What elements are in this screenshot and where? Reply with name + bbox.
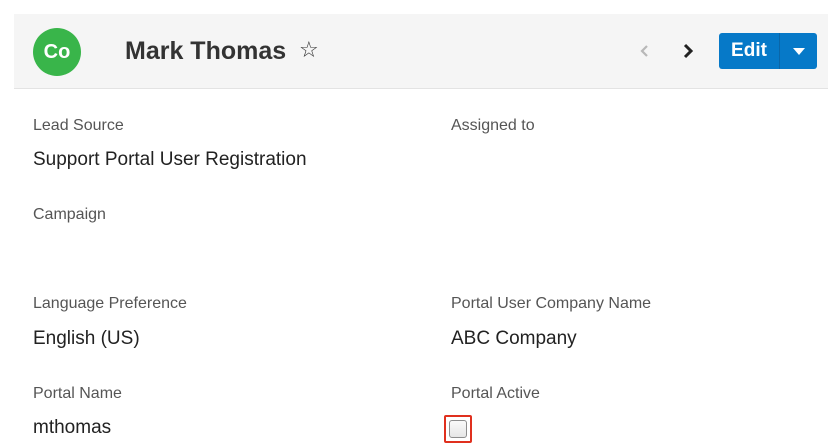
edit-button-group: Edit: [719, 33, 817, 69]
edit-button[interactable]: Edit: [719, 33, 779, 69]
portal-active-checkbox[interactable]: [449, 420, 467, 438]
edit-dropdown-button[interactable]: [779, 33, 817, 69]
portal-name-value: mthomas: [33, 417, 112, 438]
lead-source-label: Lead Source: [33, 117, 124, 134]
avatar: Co: [33, 28, 81, 76]
portal-user-company-name-value: ABC Company: [451, 328, 577, 349]
cropped-text-strip: [0, 0, 832, 8]
record-name: Mark Thomas: [125, 37, 287, 65]
portal-active-highlight: [444, 415, 472, 443]
portal-active-label: Portal Active: [451, 385, 540, 402]
record-header: Co Mark Thomas ☆ Edit: [14, 14, 828, 89]
lead-source-value: Support Portal User Registration: [33, 149, 307, 170]
portal-name-label: Portal Name: [33, 385, 122, 402]
chevron-left-icon[interactable]: [632, 39, 656, 63]
campaign-label: Campaign: [33, 206, 106, 223]
record-view: Co Mark Thomas ☆ Edit Lead Source Suppor…: [0, 0, 832, 446]
assigned-to-label: Assigned to: [451, 117, 535, 134]
caret-down-icon: [792, 44, 805, 59]
star-outline-icon[interactable]: ☆: [299, 36, 319, 64]
language-preference-label: Language Preference: [33, 295, 187, 312]
chevron-right-icon[interactable]: [676, 39, 700, 63]
portal-user-company-name-label: Portal User Company Name: [451, 295, 652, 312]
language-preference-value: English (US): [33, 328, 140, 349]
